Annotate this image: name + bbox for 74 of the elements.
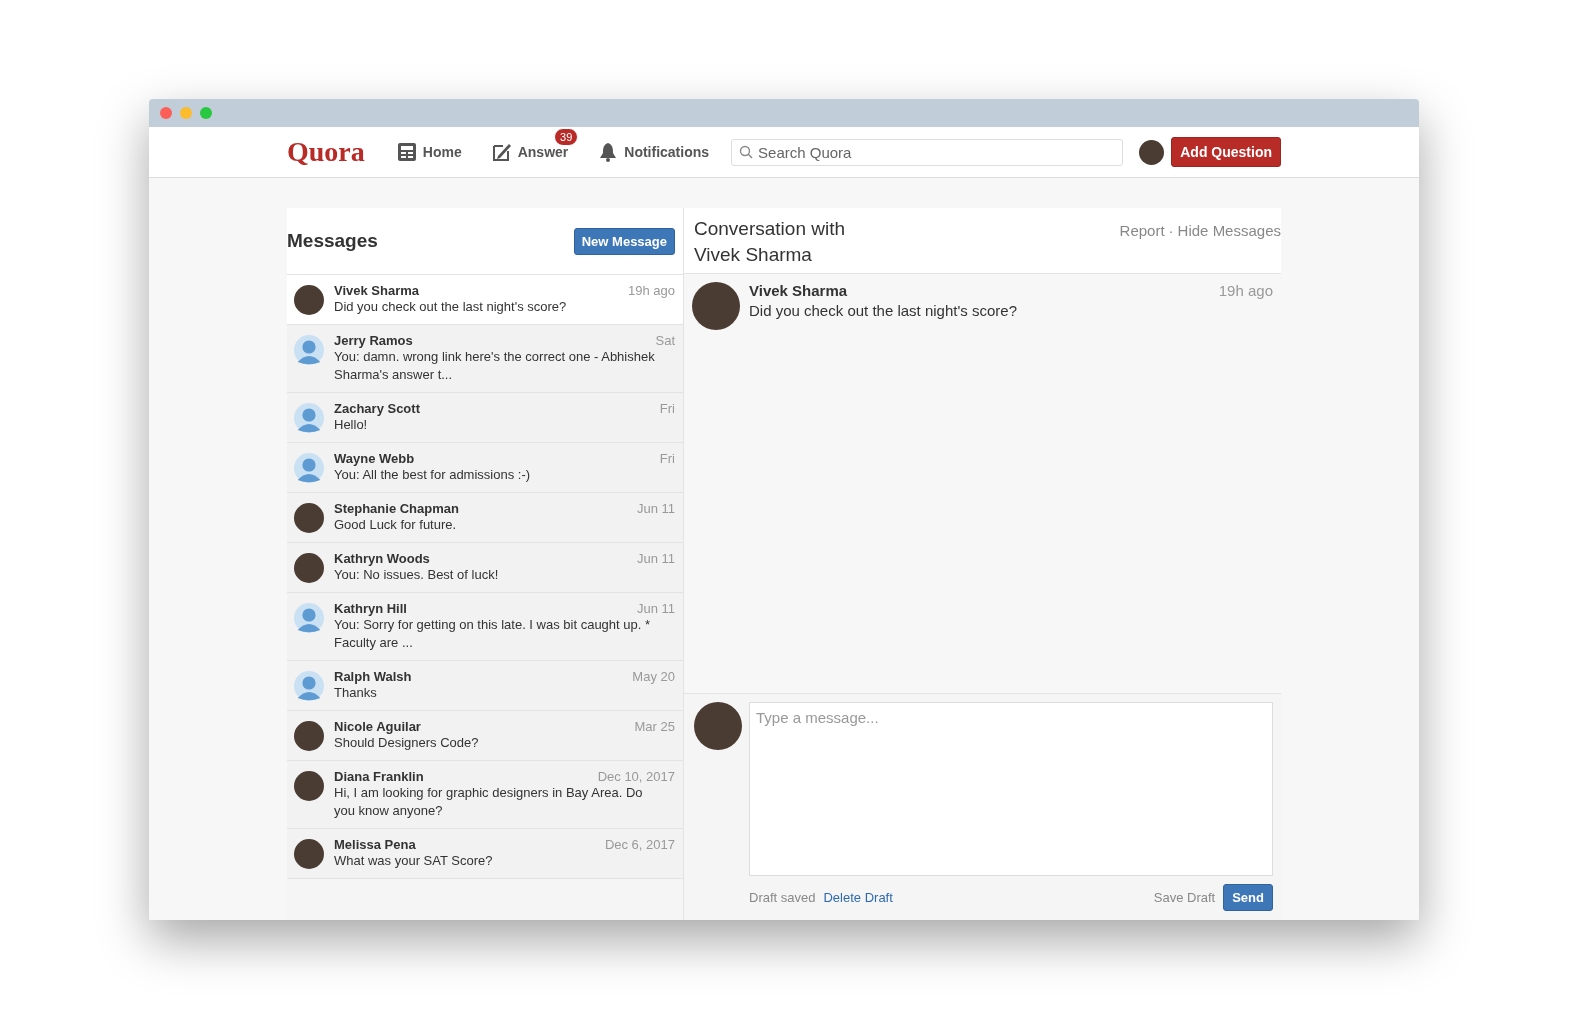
message-preview: Good Luck for future.: [334, 516, 458, 534]
window-control-button[interactable]: [160, 107, 172, 119]
message-preview: Thanks: [334, 684, 378, 702]
nav-link[interactable]: Notifications: [598, 142, 710, 162]
avatar-silhouette-icon: [294, 453, 324, 483]
message-preview: You: Sorry for getting on this late. I was bit caught up. * Faculty are ...: [334, 616, 652, 652]
sender-name: Diana Franklin: [334, 769, 424, 784]
sender-name: Melissa Pena: [334, 837, 416, 852]
message-time: Dec 10, 2017: [597, 769, 675, 784]
conversation-title: Conversation with Vivek Sharma: [694, 217, 847, 267]
sender-name: Kathryn Woods: [334, 551, 430, 566]
message-time: Sat: [655, 333, 675, 348]
message-preview: Hello!: [334, 416, 369, 434]
avatar-photo: [694, 702, 742, 750]
messages-heading: Messages: [287, 230, 378, 252]
message-preview: You: No issues. Best of luck!: [334, 566, 500, 584]
conversation-list-item[interactable]: Vivek Sharma 19h ago Did you check out the last night's score?: [287, 275, 683, 325]
avatar-photo: [294, 771, 324, 801]
message-text: Did you check out the last night's score?: [749, 302, 1018, 319]
message-preview: You: damn. wrong link here's the correct one - Abhishek Sharma's answer t...: [334, 348, 656, 384]
avatar-photo: [692, 282, 740, 330]
message-preview: Hi, I am looking for graphic designers in Bay Area. Do you know anyone?: [334, 784, 644, 820]
delete-draft-link[interactable]: Delete Draft: [823, 890, 893, 905]
sender-name: Vivek Sharma: [334, 283, 420, 298]
message-time: 19h ago: [628, 283, 675, 298]
logo[interactable]: Quora: [287, 136, 365, 168]
message-time: Fri: [659, 451, 675, 466]
avatar-silhouette-icon: [294, 335, 324, 365]
separator-dot: ·: [1168, 222, 1174, 241]
sender-name: Nicole Aguilar: [334, 719, 421, 734]
message-time: Jun 11: [636, 501, 675, 516]
message-time: Fri: [659, 401, 675, 416]
avatar-photo: [294, 839, 324, 869]
notification-count-badge: 39: [554, 128, 579, 146]
sender-name: Jerry Ramos: [334, 333, 413, 348]
avatar-photo: [294, 553, 324, 583]
send-button[interactable]: Send: [1223, 884, 1273, 911]
pencil-icon: [491, 142, 512, 162]
sender-name: Stephanie Chapman: [334, 501, 459, 516]
avatar-silhouette-icon: [294, 671, 324, 701]
sender-name: Zachary Scott: [334, 401, 420, 416]
avatar-photo: [294, 503, 324, 533]
avatar-photo: [294, 721, 324, 751]
avatar-photo: [294, 285, 324, 315]
window-control-button[interactable]: [200, 107, 212, 119]
user-avatar-photo[interactable]: [1139, 139, 1165, 165]
sender-name: Wayne Webb: [334, 451, 415, 466]
sender-name: Ralph Walsh: [334, 669, 412, 684]
message-time: Jun 11: [636, 601, 675, 616]
header-link[interactable]: Hide Messages: [1177, 222, 1281, 273]
sender-name: Kathryn Hill: [334, 601, 407, 616]
window-control-button[interactable]: [180, 107, 192, 119]
message-preview: Should Designers Code?: [334, 734, 480, 752]
newspaper-icon: [396, 142, 417, 162]
message-preview: What was your SAT Score?: [334, 852, 494, 870]
nav-link[interactable]: Home: [396, 142, 462, 162]
message-time: 19h ago: [1218, 282, 1273, 299]
message-preview: Did you check out the last night's score?: [334, 298, 568, 316]
avatar-silhouette-icon: [294, 403, 324, 433]
message-input-field[interactable]: Type a message...: [749, 702, 1273, 876]
message-time: May 20: [632, 669, 675, 684]
search-field[interactable]: Search Quora: [731, 138, 1124, 166]
search-icon: [739, 144, 754, 159]
message-time: Mar 25: [634, 719, 675, 734]
bell-icon: [598, 142, 619, 162]
add-question-button[interactable]: Add Question: [1171, 137, 1281, 167]
message-time: Dec 6, 2017: [604, 837, 675, 852]
sender-name: Vivek Sharma: [749, 282, 848, 299]
header-link[interactable]: Report: [1119, 222, 1165, 273]
new-message-button[interactable]: New Message: [573, 227, 675, 255]
draft-status: Draft saved: [749, 890, 816, 905]
message-time: Jun 11: [636, 551, 675, 566]
message-preview: You: All the best for admissions :-): [334, 466, 532, 484]
avatar-silhouette-icon: [294, 603, 324, 633]
